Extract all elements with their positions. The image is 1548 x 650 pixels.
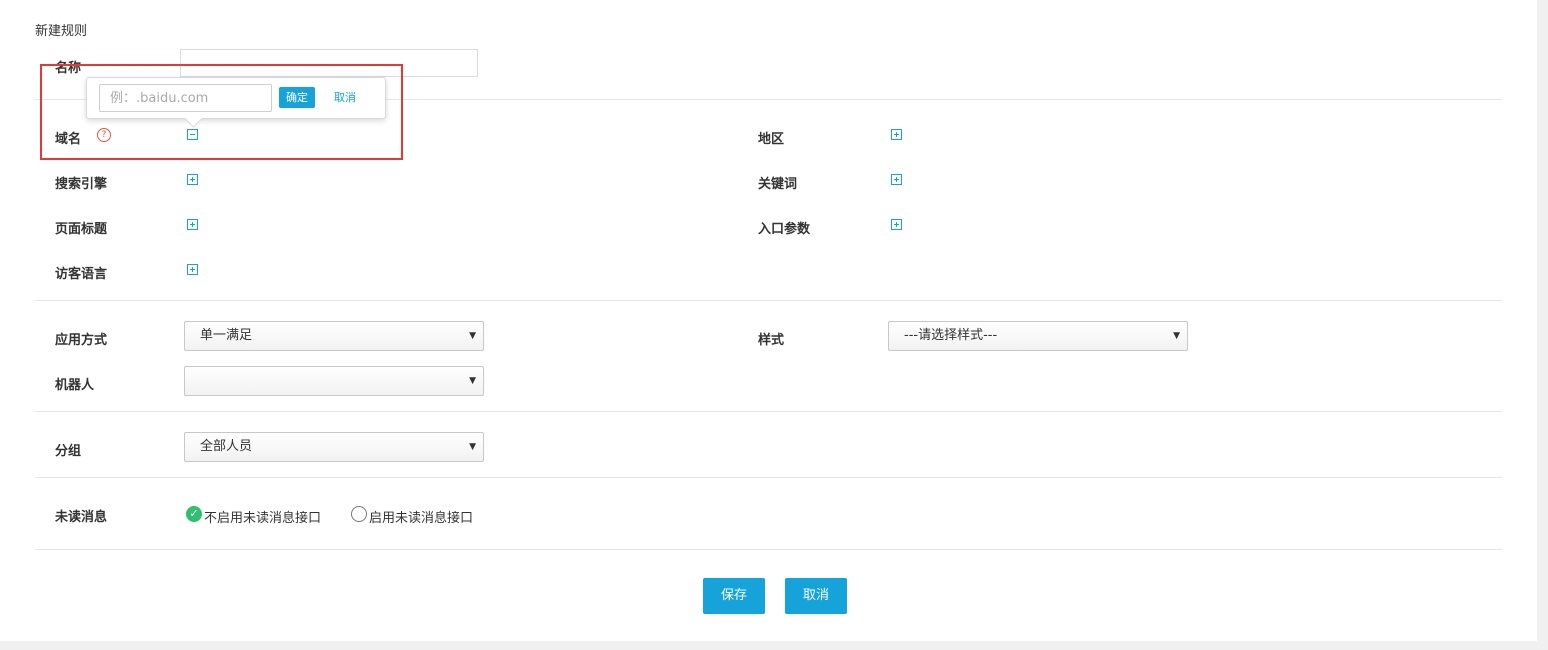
divider [35,411,1502,412]
style-value: ---请选择样式--- [904,328,998,343]
add-visitor-language-plus-icon[interactable] [187,264,198,275]
unread-option-enable[interactable]: 启用未读消息接口 [369,507,473,526]
caret-down-icon: ▼ [1173,331,1180,341]
radio-circle-icon[interactable] [351,506,367,522]
check-circle-icon[interactable]: ✓ [186,506,202,522]
add-search-engine-plus-icon[interactable] [187,174,198,185]
unread-label: 未读消息 [55,510,108,525]
robot-select[interactable]: ▼ [184,366,484,396]
cancel-button[interactable]: 取消 [785,578,847,614]
style-select[interactable]: ---请选择样式--- ▼ [888,321,1188,351]
unread-option-disable[interactable]: 不启用未读消息接口 [204,507,321,526]
apply-mode-select[interactable]: 单一满足 ▼ [184,321,484,351]
divider [35,477,1502,478]
caret-down-icon: ▼ [469,376,476,386]
group-select[interactable]: 全部人员 ▼ [184,432,484,462]
region-label: 地区 [758,132,785,147]
caret-down-icon: ▼ [469,442,476,452]
visitor-language-label: 访客语言 [55,267,108,282]
group-value: 全部人员 [200,439,253,454]
window-edge [1537,0,1548,650]
rule-form-panel: 新建规则 名称 域名 ? 地区 搜索引擎 关键词 页面标题 入口参数 访客语言 … [0,0,1537,641]
divider [35,549,1502,550]
highlight-box [40,64,403,160]
apply-mode-label: 应用方式 [55,333,108,348]
group-label: 分组 [55,444,82,459]
entry-params-label: 入口参数 [758,222,811,237]
apply-mode-value: 单一满足 [200,328,253,343]
page-title: 新建规则 [35,24,88,39]
add-page-title-plus-icon[interactable] [187,219,198,230]
add-region-plus-icon[interactable] [891,129,902,140]
divider [35,300,1502,301]
style-label: 样式 [758,333,785,348]
page-title-condition-label: 页面标题 [55,222,108,237]
add-keyword-plus-icon[interactable] [891,174,902,185]
caret-down-icon: ▼ [469,331,476,341]
robot-label: 机器人 [55,378,95,393]
save-button[interactable]: 保存 [703,578,765,614]
keyword-label: 关键词 [758,177,798,192]
search-engine-label: 搜索引擎 [55,177,108,192]
add-entry-params-plus-icon[interactable] [891,219,902,230]
